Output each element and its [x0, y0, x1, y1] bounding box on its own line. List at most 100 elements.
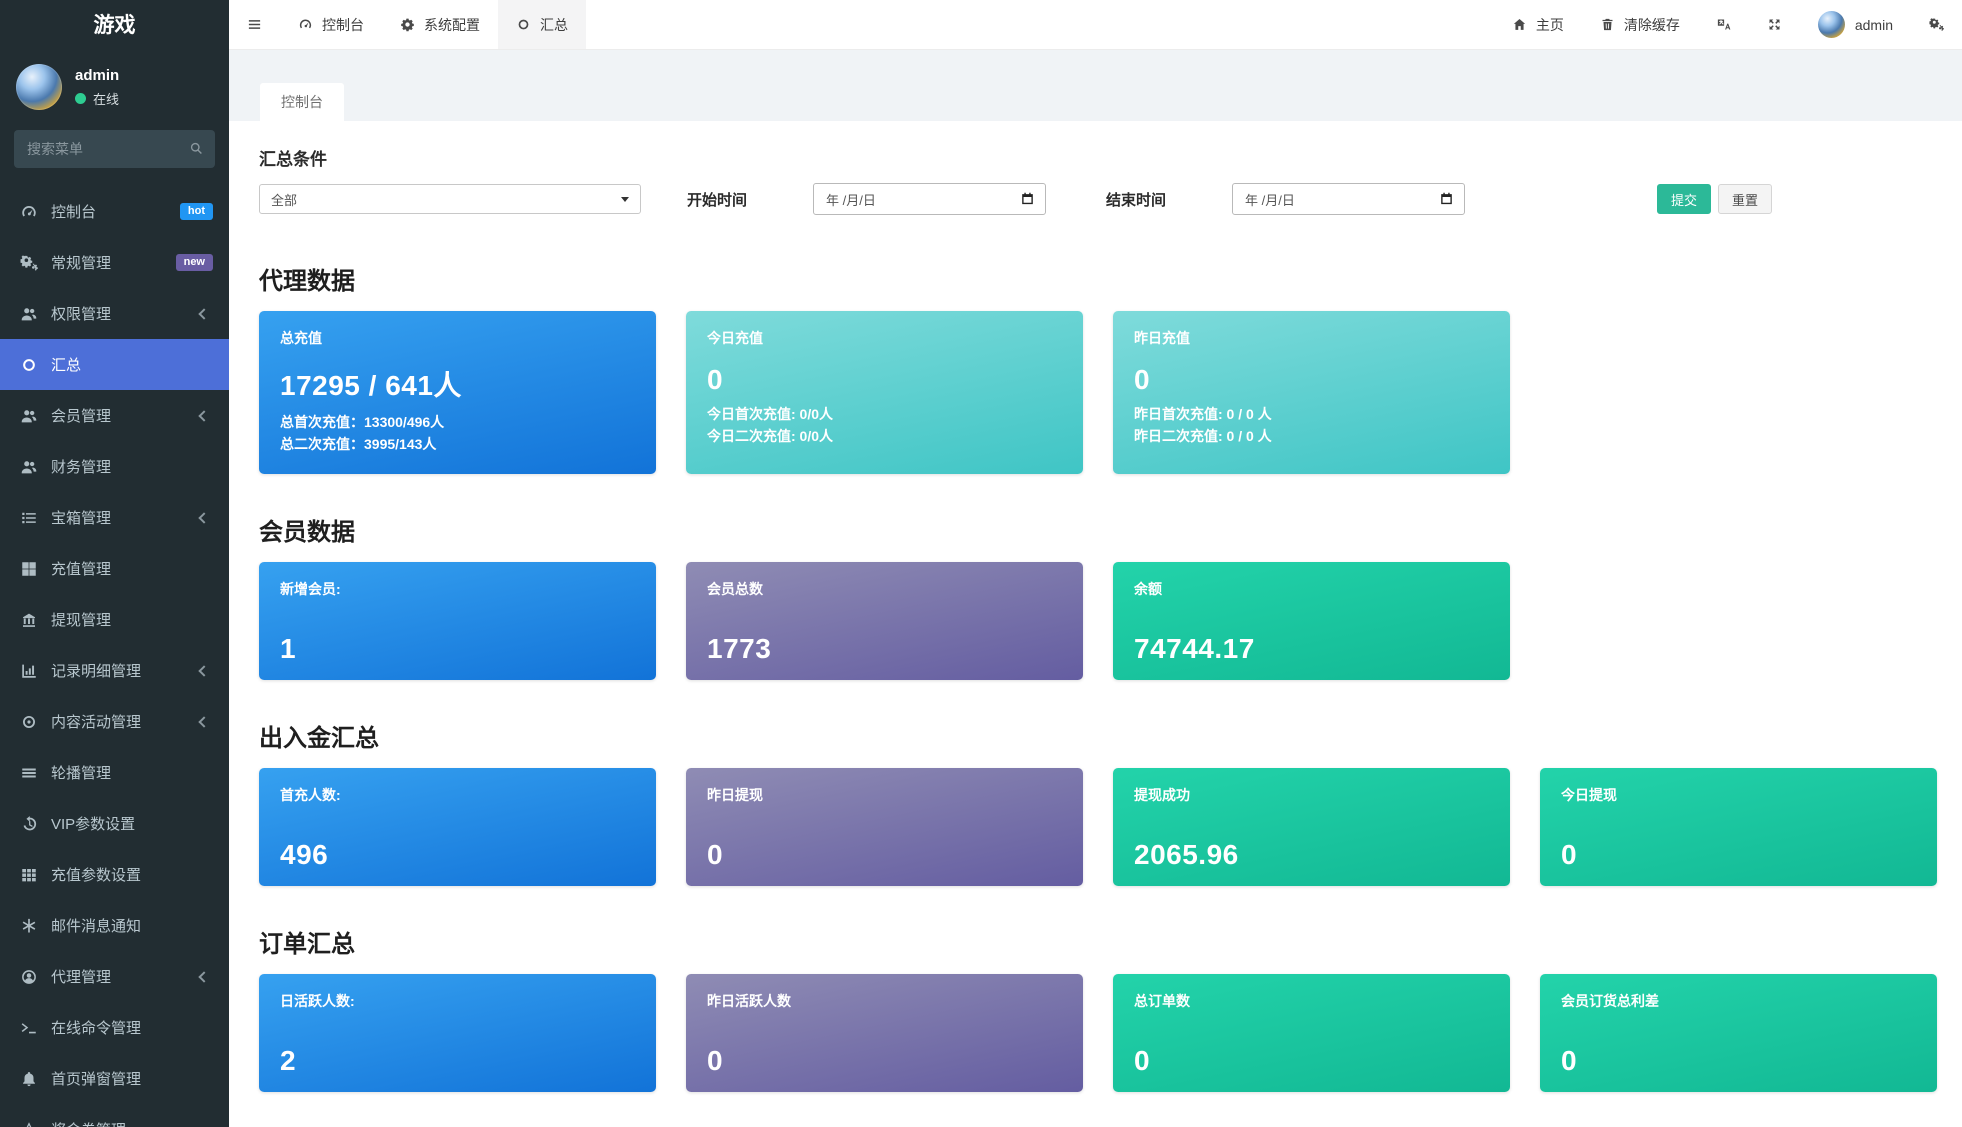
submit-button[interactable]: 提交	[1657, 184, 1711, 214]
card-value: 17295 / 641人	[280, 364, 635, 404]
stat-card-balance: 余额 74744.17	[1113, 562, 1510, 680]
card-subline: 今日二次充值: 0/0人	[707, 426, 1062, 448]
star-icon	[20, 1121, 38, 1127]
users-icon	[20, 305, 38, 323]
sidebar-item-permissions[interactable]: 权限管理	[0, 288, 229, 339]
card-label: 今日充值	[707, 328, 1062, 348]
home-label: 主页	[1536, 15, 1564, 35]
navbar-right: 主页 清除缓存 admin	[1494, 0, 1962, 49]
sidebar-item-content-activity[interactable]: 内容活动管理	[0, 696, 229, 747]
end-date-input[interactable]	[1232, 183, 1465, 215]
clear-cache-label: 清除缓存	[1624, 15, 1680, 35]
card-value: 0	[707, 1045, 1062, 1077]
settings-button[interactable]	[1911, 0, 1962, 49]
sidebar-item-withdraw[interactable]: 提现管理	[0, 594, 229, 645]
sidebar-item-recharge[interactable]: 充值管理	[0, 543, 229, 594]
users-icon	[20, 407, 38, 425]
sidebar-item-label: 首页弹窗管理	[51, 1068, 141, 1089]
top-navbar: 控制台 系统配置 汇总 主页 清除缓存	[229, 0, 1962, 50]
sidebar-item-agents[interactable]: 代理管理	[0, 951, 229, 1002]
user-meta: admin 在线	[75, 67, 119, 108]
card-value: 1773	[707, 633, 1062, 665]
start-time-label: 开始时间	[687, 189, 747, 210]
circle-icon	[20, 356, 38, 374]
sidebar-item-finance[interactable]: 财务管理	[0, 441, 229, 492]
page-tab-console[interactable]: 控制台	[260, 83, 344, 121]
page-tabstrip: 控制台	[229, 83, 1962, 121]
sidebar-item-online-commands[interactable]: 在线命令管理	[0, 1002, 229, 1053]
home-link[interactable]: 主页	[1494, 0, 1582, 49]
sidebar-item-carousel[interactable]: 轮播管理	[0, 747, 229, 798]
sidebar-item-summary[interactable]: 汇总	[0, 339, 229, 390]
clear-cache-button[interactable]: 清除缓存	[1582, 0, 1698, 49]
navbar-username: admin	[1855, 17, 1893, 33]
tab-summary[interactable]: 汇总	[498, 0, 586, 49]
user-circle-icon	[20, 968, 38, 986]
list-icon	[20, 509, 38, 527]
sidebar-item-label: 会员管理	[51, 405, 111, 426]
user-status: 在线	[75, 89, 119, 108]
user-menu[interactable]: admin	[1800, 0, 1911, 49]
stat-card-total-orders: 总订单数 0	[1113, 974, 1510, 1092]
sidebar-item-mail-notify[interactable]: 邮件消息通知	[0, 900, 229, 951]
sidebar-item-vip-params[interactable]: VIP参数设置	[0, 798, 229, 849]
online-dot-icon	[75, 93, 86, 104]
sidebar-item-treasure[interactable]: 宝箱管理	[0, 492, 229, 543]
sidebar-item-label: 权限管理	[51, 303, 111, 324]
menu-toggle-button[interactable]	[229, 0, 280, 49]
sidebar-item-label: 常规管理	[51, 252, 111, 273]
card-value: 0	[707, 364, 1062, 396]
terminal-icon	[20, 1019, 38, 1037]
sidebar-item-label: 提现管理	[51, 609, 111, 630]
fullscreen-button[interactable]	[1749, 0, 1800, 49]
tab-system-config[interactable]: 系统配置	[382, 0, 498, 49]
chevron-left-icon	[198, 665, 209, 676]
tab-label: 控制台	[322, 15, 364, 35]
stat-card-today-withdraw: 今日提现 0	[1540, 768, 1937, 886]
card-label: 提现成功	[1134, 785, 1489, 805]
language-button[interactable]	[1698, 0, 1749, 49]
summary-type-select[interactable]: 全部	[259, 184, 641, 214]
search-input[interactable]	[14, 130, 215, 168]
user-name: admin	[75, 67, 119, 84]
card-grid: 总充值 17295 / 641人 总首次充值：13300/496人 总二次充值：…	[259, 311, 1932, 474]
tab-console[interactable]: 控制台	[280, 0, 382, 49]
card-value: 496	[280, 839, 635, 871]
card-label: 会员总数	[707, 579, 1062, 599]
calendar-icon[interactable]	[1439, 191, 1454, 206]
tab-label: 汇总	[540, 15, 568, 35]
sidebar-item-label: VIP参数设置	[51, 813, 135, 834]
card-value: 74744.17	[1134, 633, 1489, 665]
filter-row: 全部 开始时间 结束时间 提交 重置	[259, 183, 1932, 215]
reset-button[interactable]: 重置	[1718, 184, 1772, 214]
chevron-left-icon	[198, 716, 209, 727]
sidebar-item-label: 内容活动管理	[51, 711, 141, 732]
sidebar-item-bonus-coupons[interactable]: 奖金券管理	[0, 1104, 229, 1127]
sidebar-item-home-popup[interactable]: 首页弹窗管理	[0, 1053, 229, 1104]
hamburger-icon	[247, 17, 262, 32]
stat-card-yesterday-withdraw: 昨日提现 0	[686, 768, 1083, 886]
sidebar-item-members[interactable]: 会员管理	[0, 390, 229, 441]
sidebar-item-recharge-params[interactable]: 充值参数设置	[0, 849, 229, 900]
sidebar-item-dashboard[interactable]: 控制台 hot	[0, 186, 229, 237]
chevron-left-icon	[198, 308, 209, 319]
search-icon[interactable]	[189, 141, 204, 156]
sidebar-search	[14, 130, 215, 168]
card-label: 日活跃人数:	[280, 991, 635, 1011]
grid-icon	[20, 560, 38, 578]
stat-card-new-members: 新增会员: 1	[259, 562, 656, 680]
card-grid: 首充人数: 496 昨日提现 0 提现成功 2065.96 今日提现 0	[259, 768, 1932, 886]
card-label: 总充值	[280, 328, 635, 348]
end-date-field	[1232, 183, 1465, 215]
calendar-icon[interactable]	[1020, 191, 1035, 206]
gauge-icon	[20, 203, 38, 221]
stat-card-total-recharge: 总充值 17295 / 641人 总首次充值：13300/496人 总二次充值：…	[259, 311, 656, 474]
disc-icon	[20, 713, 38, 731]
sidebar-item-records[interactable]: 记录明细管理	[0, 645, 229, 696]
card-subline: 今日首次充值: 0/0人	[707, 404, 1062, 426]
bell-icon	[20, 1070, 38, 1088]
sidebar-item-general-mgmt[interactable]: 常规管理 new	[0, 237, 229, 288]
start-date-input[interactable]	[813, 183, 1046, 215]
tab-label: 系统配置	[424, 15, 480, 35]
bars-icon	[20, 764, 38, 782]
